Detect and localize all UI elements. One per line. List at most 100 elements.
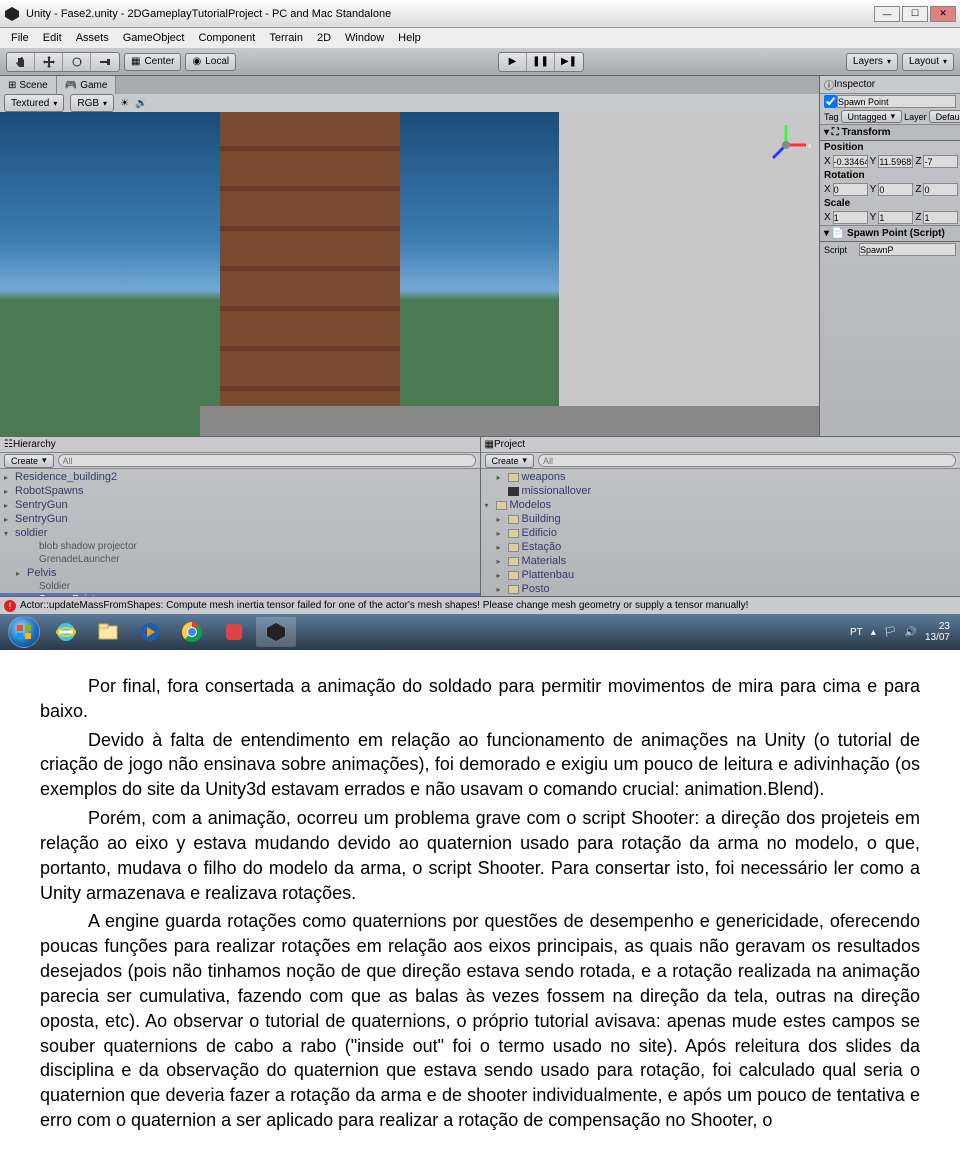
rot-y[interactable] — [878, 183, 913, 196]
project-item[interactable]: ▾Modelos — [481, 498, 960, 512]
close-button[interactable]: ✕ — [930, 6, 956, 22]
hierarchy-item[interactable]: Spawn Point — [0, 593, 480, 596]
maximize-button[interactable]: ☐ — [902, 6, 928, 22]
folder-icon — [508, 529, 519, 538]
menu-2d[interactable]: 2D — [310, 32, 338, 44]
render-mode[interactable]: RGB▾ — [70, 94, 114, 112]
doc-para: A engine guarda rotações como quaternion… — [40, 909, 920, 1132]
inspector-panel: ⓘ Inspector Tag Untagged ▾ Layer Default… — [820, 76, 960, 436]
hierarchy-tree[interactable]: ▸Residence_building2▸RobotSpawns▸SentryG… — [0, 469, 480, 596]
wmp-icon[interactable] — [130, 617, 170, 647]
draw-mode[interactable]: Textured▾ — [4, 94, 64, 112]
project-item[interactable]: missionallover — [481, 484, 960, 498]
menu-assets[interactable]: Assets — [69, 32, 116, 44]
scene-subbar: Textured▾ RGB▾ ☀ 🔊 — [0, 94, 819, 112]
layers-dropdown[interactable]: Layers▾ — [846, 53, 898, 71]
scene-gizmo[interactable]: x — [761, 120, 811, 170]
layout-dropdown[interactable]: Layout▾ — [902, 53, 954, 71]
script-field[interactable] — [859, 243, 956, 256]
tray-flag[interactable]: 🏳 — [884, 627, 897, 638]
project-item[interactable]: ▸Estação — [481, 540, 960, 554]
layer-dropdown[interactable]: Default — [929, 110, 960, 123]
project-item[interactable]: ▸Plattenbau — [481, 568, 960, 582]
scl-z[interactable] — [923, 211, 958, 224]
hierarchy-search[interactable] — [58, 454, 476, 467]
tag-dropdown[interactable]: Untagged ▾ — [841, 110, 903, 123]
scale-tool[interactable] — [91, 53, 119, 71]
project-tree[interactable]: ▸weaponsmissionallover▾Modelos▸Building▸… — [481, 469, 960, 596]
taskbar-app[interactable] — [214, 617, 254, 647]
menu-gameobject[interactable]: GameObject — [116, 32, 192, 44]
project-item[interactable]: ▸Building — [481, 512, 960, 526]
hand-tool[interactable] — [7, 53, 35, 71]
script-section[interactable]: ▾ 📄 Spawn Point (Script) — [820, 225, 960, 242]
menu-file[interactable]: File — [4, 32, 36, 44]
rot-x[interactable] — [833, 183, 868, 196]
chrome-icon[interactable] — [172, 617, 212, 647]
project-item[interactable]: ▸Edificio — [481, 526, 960, 540]
scene-viewport[interactable]: x — [0, 112, 819, 436]
start-button[interactable] — [4, 617, 44, 647]
gameobject-name[interactable] — [837, 95, 956, 108]
clock-date[interactable]: 13/07 — [925, 632, 950, 643]
project-panel: ▦ Project Create ▾ ▸weaponsmissionallove… — [481, 437, 960, 596]
menu-terrain[interactable]: Terrain — [262, 32, 310, 44]
move-tool[interactable] — [35, 53, 63, 71]
hierarchy-create[interactable]: Create ▾ — [4, 454, 54, 468]
rotate-tool[interactable] — [63, 53, 91, 71]
unity-icon — [4, 6, 20, 22]
scl-y[interactable] — [878, 211, 913, 224]
light-toggle[interactable]: ☀ — [120, 98, 129, 109]
project-search[interactable] — [538, 454, 956, 467]
scl-x[interactable] — [833, 211, 868, 224]
svg-text:x: x — [808, 143, 811, 150]
tab-scene[interactable]: ⊞ Scene — [0, 76, 57, 94]
menu-window[interactable]: Window — [338, 32, 391, 44]
console-message: Actor::updateMassFromShapes: Compute mes… — [20, 600, 748, 611]
menubar: FileEditAssetsGameObjectComponentTerrain… — [0, 28, 960, 48]
hierarchy-item[interactable]: GrenadeLauncher — [0, 553, 480, 566]
rot-z[interactable] — [923, 183, 958, 196]
folder-icon — [496, 501, 507, 510]
menu-component[interactable]: Component — [191, 32, 262, 44]
hierarchy-item[interactable]: ▸SentryGun — [0, 498, 480, 512]
unity-taskbar-icon[interactable] — [256, 617, 296, 647]
tray-net[interactable]: 🔊 — [905, 627, 917, 638]
menu-help[interactable]: Help — [391, 32, 428, 44]
pivot-rotation[interactable]: ◉ Local — [185, 53, 236, 71]
inspector-header: ⓘ Inspector — [820, 76, 960, 94]
ie-icon[interactable] — [46, 617, 86, 647]
hierarchy-item[interactable]: ▸SentryGun — [0, 512, 480, 526]
pos-z[interactable] — [923, 155, 958, 168]
console-bar[interactable]: ! Actor::updateMassFromShapes: Compute m… — [0, 596, 960, 614]
pos-x[interactable] — [833, 155, 868, 168]
audio-toggle[interactable]: 🔊 — [135, 98, 147, 109]
hierarchy-item[interactable]: Soldier — [0, 580, 480, 593]
tray-icon[interactable]: ▴ — [871, 627, 876, 638]
step-button[interactable]: ▶❚ — [555, 53, 583, 71]
play-button[interactable]: ▶ — [499, 53, 527, 71]
folder-icon — [508, 585, 519, 594]
transform-section[interactable]: ▾ ⛶ Transform — [820, 124, 960, 141]
hierarchy-item[interactable]: ▸Residence_building2 — [0, 470, 480, 484]
pause-button[interactable]: ❚❚ — [527, 53, 555, 71]
hierarchy-panel: ☷ Hierarchy Create ▾ ▸Residence_building… — [0, 437, 481, 596]
window-title: Unity - Fase2.unity - 2DGameplayTutorial… — [26, 8, 874, 20]
minimize-button[interactable]: — — [874, 6, 900, 22]
explorer-icon[interactable] — [88, 617, 128, 647]
hierarchy-item[interactable]: ▸RobotSpawns — [0, 484, 480, 498]
menu-edit[interactable]: Edit — [36, 32, 69, 44]
gameobject-enabled[interactable] — [824, 95, 837, 108]
project-item[interactable]: ▸weapons — [481, 470, 960, 484]
hierarchy-item[interactable]: ▸Pelvis — [0, 566, 480, 580]
project-item[interactable]: ▸Posto — [481, 582, 960, 596]
tab-game[interactable]: 🎮 Game — [57, 76, 117, 94]
project-item[interactable]: ▸Materials — [481, 554, 960, 568]
project-create[interactable]: Create ▾ — [485, 454, 535, 468]
pos-y[interactable] — [878, 155, 913, 168]
pivot-mode[interactable]: ▦ Center — [124, 53, 181, 71]
clock-time[interactable]: 23 — [925, 621, 950, 632]
hierarchy-item[interactable]: blob shadow projector — [0, 540, 480, 553]
hierarchy-item[interactable]: ▾soldier — [0, 526, 480, 540]
lang-indicator[interactable]: PT — [850, 627, 863, 638]
